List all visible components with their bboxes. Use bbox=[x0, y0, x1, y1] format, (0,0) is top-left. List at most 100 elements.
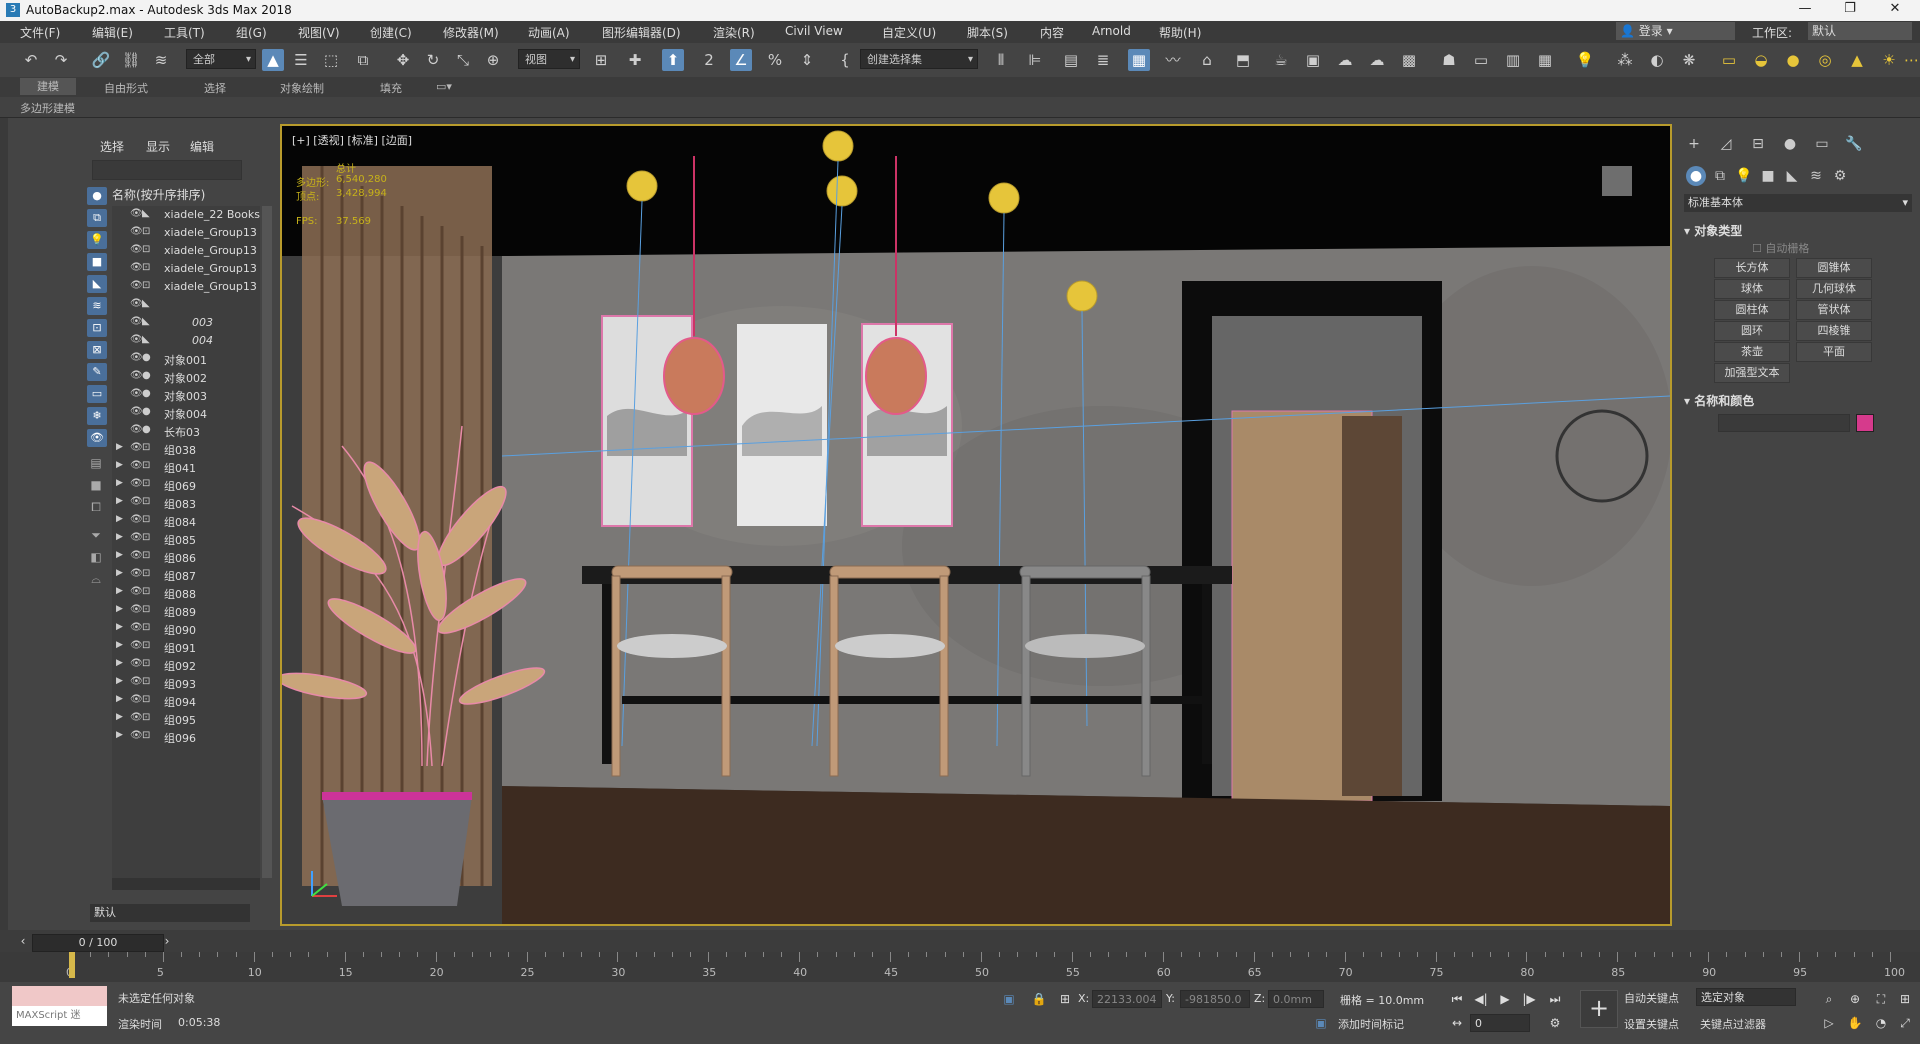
pan-icon[interactable]: ✋ bbox=[1846, 1014, 1864, 1032]
menu-graph-editors[interactable]: 图形编辑器(D) bbox=[602, 24, 681, 41]
cylinder-light-icon[interactable]: ◎ bbox=[1814, 49, 1836, 71]
visibility-eye-icon[interactable]: 👁 bbox=[130, 622, 143, 633]
box-light-icon[interactable]: ▭ bbox=[1718, 49, 1740, 71]
scene-list-item[interactable]: 👁 ⊡ xiadele_Group13 bbox=[112, 242, 260, 260]
menu-scripting[interactable]: 脚本(S) bbox=[967, 24, 1008, 41]
visibility-eye-icon[interactable]: 👁 bbox=[130, 712, 143, 723]
visibility-eye-icon[interactable]: 👁 bbox=[130, 442, 143, 453]
visibility-eye-icon[interactable]: 👁 bbox=[130, 496, 143, 507]
expand-arrow-icon[interactable]: ▶ bbox=[116, 658, 123, 668]
render-iterative-icon[interactable]: ☁ bbox=[1366, 49, 1388, 71]
prev-key-icon[interactable]: ◀| bbox=[1472, 990, 1490, 1008]
render-frame-window-icon[interactable]: ▭ bbox=[1470, 49, 1492, 71]
auto-key-button[interactable]: 自动关键点 bbox=[1624, 990, 1679, 1006]
set-key-button[interactable]: 设置关键点 bbox=[1624, 1016, 1679, 1032]
scene-tab-edit[interactable]: 编辑 bbox=[190, 138, 214, 155]
y-coordinate-field[interactable]: -981850.0 bbox=[1180, 990, 1250, 1008]
play-icon[interactable]: ▶ bbox=[1496, 990, 1514, 1008]
visibility-eye-icon[interactable]: 👁 bbox=[130, 298, 143, 309]
expand-arrow-icon[interactable]: ▶ bbox=[116, 460, 123, 470]
render-production-icon[interactable]: ☁ bbox=[1334, 49, 1356, 71]
sphere-button[interactable]: 球体 bbox=[1714, 279, 1790, 299]
filter-shapes-icon[interactable]: ⧉ bbox=[86, 208, 108, 228]
move-icon[interactable]: ✥ bbox=[392, 49, 414, 71]
visibility-eye-icon[interactable]: 👁 bbox=[130, 676, 143, 687]
visibility-eye-icon[interactable]: 👁 bbox=[130, 226, 143, 237]
scene-list-item[interactable]: 👁 ● 长布03 bbox=[112, 422, 260, 440]
scene-list-item[interactable]: ▶ 👁 ⊡ 组090 bbox=[112, 620, 260, 638]
render-queue-icon[interactable]: ▦ bbox=[1534, 49, 1556, 71]
current-frame-field[interactable]: 0 bbox=[1470, 1014, 1530, 1032]
maximize-button[interactable]: ❐ bbox=[1835, 1, 1865, 19]
angle-snap-icon[interactable]: ∠ bbox=[730, 49, 752, 71]
redo-icon[interactable]: ↷ bbox=[50, 49, 72, 71]
tube-button[interactable]: 管状体 bbox=[1796, 300, 1872, 320]
timeline-ruler[interactable]: 0510152025303540455055606570758085909510… bbox=[0, 952, 1920, 982]
filter-xrefs-icon[interactable]: ⊠ bbox=[86, 340, 108, 360]
scene-list-item[interactable]: 👁 ⊡ xiadele_Group13 bbox=[112, 278, 260, 296]
hierarchy-tab-icon[interactable]: ⊟ bbox=[1748, 134, 1768, 154]
menu-modifiers[interactable]: 修改器(M) bbox=[443, 24, 499, 41]
more-lights-icon[interactable]: ⋯ bbox=[1904, 49, 1919, 71]
create-tab-icon[interactable]: + bbox=[1684, 134, 1704, 154]
key-filters-button[interactable]: 关键点过滤器 bbox=[1700, 1016, 1766, 1032]
expand-arrow-icon[interactable]: ▶ bbox=[116, 730, 123, 740]
filter-all-icon[interactable]: ▤ bbox=[86, 454, 108, 474]
bind-spacewarp-icon[interactable]: ≋ bbox=[150, 49, 172, 71]
key-mode-icon[interactable]: ↔ bbox=[1448, 1014, 1466, 1032]
category-dropdown[interactable]: 标准基本体 ▾ bbox=[1684, 194, 1912, 212]
mirror-icon[interactable]: ⫴ bbox=[990, 49, 1012, 71]
add-time-tag[interactable]: 添加时间标记 bbox=[1338, 1016, 1404, 1032]
spot-light-icon[interactable]: ▲ bbox=[1846, 49, 1868, 71]
z-coordinate-field[interactable]: 0.0mm bbox=[1268, 990, 1324, 1008]
x-coordinate-field[interactable]: 22133.004 bbox=[1092, 990, 1162, 1008]
visibility-eye-icon[interactable]: 👁 bbox=[130, 406, 143, 417]
teapot-button[interactable]: 茶壶 bbox=[1714, 342, 1790, 362]
scene-list-item[interactable]: ▶ 👁 ⊡ 组083 bbox=[112, 494, 260, 512]
expand-arrow-icon[interactable]: ▶ bbox=[116, 694, 123, 704]
scene-list-item[interactable]: ▶ 👁 ⊡ 组091 bbox=[112, 638, 260, 656]
menu-tools[interactable]: 工具(T) bbox=[164, 24, 205, 41]
reference-coordinate-dropdown[interactable]: 视图 bbox=[518, 49, 580, 70]
menu-help[interactable]: 帮助(H) bbox=[1159, 24, 1201, 41]
visibility-eye-icon[interactable]: 👁 bbox=[130, 568, 143, 579]
expand-arrow-icon[interactable]: ▶ bbox=[116, 550, 123, 560]
expand-arrow-icon[interactable]: ▶ bbox=[116, 676, 123, 686]
filter-hidden-icon[interactable]: 👁 bbox=[86, 428, 108, 448]
scene-list-item[interactable]: ▶ 👁 ⊡ 组088 bbox=[112, 584, 260, 602]
filter-cameras-icon[interactable]: ■ bbox=[86, 252, 108, 272]
visibility-eye-icon[interactable]: 👁 bbox=[130, 640, 143, 651]
window-crossing-icon[interactable]: ⧉ bbox=[352, 49, 374, 71]
rotate-icon[interactable]: ↻ bbox=[422, 49, 444, 71]
scene-list-item[interactable]: 👁 ● 对象001 bbox=[112, 350, 260, 368]
pyramid-button[interactable]: 四棱锥 bbox=[1796, 321, 1872, 341]
render-setup-icon[interactable]: ☕ bbox=[1270, 49, 1292, 71]
expand-arrow-icon[interactable]: ▶ bbox=[116, 604, 123, 614]
filter-lights-icon[interactable]: 💡 bbox=[86, 230, 108, 250]
visibility-eye-icon[interactable]: 👁 bbox=[130, 352, 143, 363]
visibility-eye-icon[interactable]: 👁 bbox=[130, 532, 143, 543]
maxscript-mini-listener[interactable]: MAXScript 迷 bbox=[12, 1006, 107, 1026]
ribbon-tab-modeling[interactable]: 建模 bbox=[20, 78, 76, 95]
light-lister-icon[interactable]: 💡 bbox=[1574, 49, 1596, 71]
scene-list-item[interactable]: ▶ 👁 ⊡ 组089 bbox=[112, 602, 260, 620]
menu-edit[interactable]: 编辑(E) bbox=[92, 24, 133, 41]
scene-list-item[interactable]: ▶ 👁 ⊡ 组086 bbox=[112, 548, 260, 566]
field-of-view-icon[interactable]: ▷ bbox=[1820, 1014, 1838, 1032]
perspective-viewport[interactable]: [+] [透视] [标准] [边面] 总计 多边形: 6,540,280 顶点:… bbox=[280, 124, 1672, 926]
filter-frozen-icon[interactable]: ❄ bbox=[86, 406, 108, 426]
absolute-mode-icon[interactable]: ⊞ bbox=[1056, 990, 1074, 1008]
torus-button[interactable]: 圆环 bbox=[1714, 321, 1790, 341]
filter-layers-icon[interactable]: ⌓ bbox=[86, 570, 108, 590]
placement-icon[interactable]: ⊕ bbox=[482, 49, 504, 71]
scene-tab-display[interactable]: 显示 bbox=[146, 138, 170, 155]
scene-list-item[interactable]: 👁 ◣ 004 bbox=[112, 332, 260, 350]
scale-icon[interactable]: ⤡ bbox=[452, 49, 474, 71]
visibility-eye-icon[interactable]: 👁 bbox=[130, 604, 143, 615]
lights-icon[interactable]: 💡 bbox=[1734, 166, 1754, 186]
arnold-render-icon[interactable]: ◐ bbox=[1646, 49, 1668, 71]
ribbon-tab-populate[interactable]: 填充 bbox=[380, 80, 402, 96]
systems-icon[interactable]: ⚙ bbox=[1830, 166, 1850, 186]
dome-light-icon[interactable]: ◒ bbox=[1750, 49, 1772, 71]
scene-list-item[interactable]: ▶ 👁 ⊡ 组084 bbox=[112, 512, 260, 530]
